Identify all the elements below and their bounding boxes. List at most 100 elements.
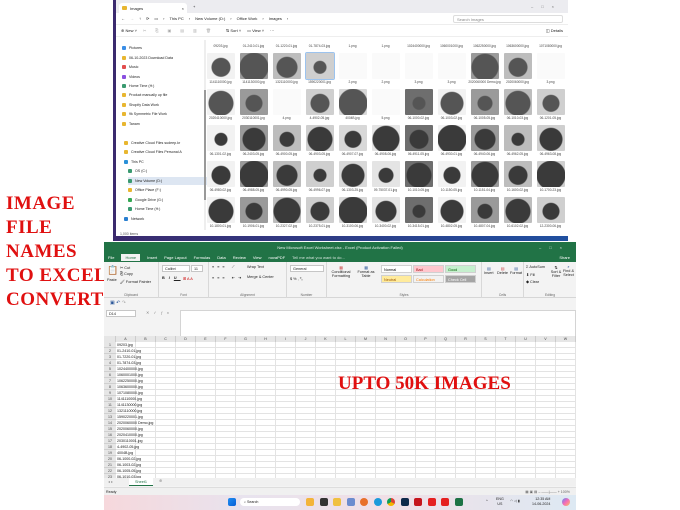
file-item[interactable]: 06-4908-06.jpg <box>369 124 402 160</box>
file-item[interactable]: 06-4962-05.jpg <box>501 124 534 160</box>
column-header[interactable]: R <box>456 336 476 342</box>
sidebar-item[interactable]: Creative Cloud Files Personal A <box>124 148 204 156</box>
more-button[interactable]: ··· <box>270 28 274 33</box>
column-header[interactable]: K <box>316 336 336 342</box>
file-item[interactable]: 06-4907-07.jpg <box>336 124 369 160</box>
format-painter-button[interactable]: 🖌 Format Painter <box>120 279 151 284</box>
acrobat-icon[interactable] <box>414 498 422 506</box>
sidebar-item[interactable]: Videos <box>122 73 202 81</box>
column-header[interactable]: N <box>376 336 396 342</box>
file-item[interactable]: 06-4900-05.jpg <box>270 124 303 160</box>
file-item[interactable]: 1071080000.jpg <box>534 43 566 52</box>
file-item[interactable]: 10-1151-04.jpg <box>468 160 501 196</box>
sort-filter-button[interactable]: ⇅ Sort & Filter <box>550 265 562 278</box>
excel-icon[interactable] <box>455 498 463 506</box>
file-item[interactable]: 06-1005-05.jpg <box>468 88 501 124</box>
firefox-icon[interactable] <box>360 498 368 506</box>
file-item[interactable]: 10-1800-01.jpg <box>204 196 237 232</box>
file-item[interactable]: 10-2375-01.jpg <box>303 196 336 232</box>
column-header[interactable]: S <box>476 336 496 342</box>
fill-button[interactable]: ⬇ Fill <box>526 272 535 277</box>
file-item[interactable]: 06-1303-25.jpg <box>336 160 369 196</box>
conditional-formatting-button[interactable]: ▦ Conditional Formatting <box>329 265 353 278</box>
sidebar-item[interactable]: Creative Cloud Files sudeep.kr <box>124 139 204 147</box>
column-header[interactable]: P <box>416 336 436 342</box>
file-item[interactable]: 10-2327-02.jpg <box>270 196 303 232</box>
autosum-button[interactable]: Σ AutoSum <box>526 265 545 269</box>
file-item[interactable]: 06-4903-05.jpg <box>303 124 336 160</box>
app-icon[interactable] <box>347 498 355 506</box>
font-name-select[interactable]: Calibri <box>162 265 190 272</box>
app-icon[interactable] <box>441 498 449 506</box>
insert-cells-button[interactable]: ▤ Insert <box>484 266 494 275</box>
zoom-slider[interactable]: ▦ ▣ ▤ – ——|—— + 100% <box>525 488 570 495</box>
file-item[interactable]: 2.png <box>369 52 402 88</box>
format-cells-button[interactable]: ▤ Format <box>510 266 522 275</box>
file-item[interactable]: 1063600000.jpg <box>501 43 534 52</box>
close-tab-icon[interactable]: × <box>182 6 184 11</box>
share-button[interactable]: Share <box>559 255 570 260</box>
sidebar-item[interactable]: Office Place (F:) <box>128 186 208 194</box>
file-item[interactable]: 1062250000.jpg <box>468 43 501 52</box>
column-header[interactable]: E <box>196 336 216 342</box>
column-header[interactable]: F <box>216 336 236 342</box>
breadcrumb-item[interactable]: This PC <box>169 16 183 21</box>
file-item[interactable]: 10-1150-05.jpg <box>435 160 468 196</box>
sidebar-item[interactable]: Tanam <box>122 120 202 128</box>
file-item[interactable]: 4.png <box>270 88 303 124</box>
window-controls[interactable]: –□× <box>539 242 570 253</box>
file-item[interactable]: 06-2403-05.jpg <box>237 124 270 160</box>
file-item[interactable]: 1024400000.jpg <box>402 43 435 52</box>
file-explorer-icon[interactable] <box>333 498 341 506</box>
cell-style-bad[interactable]: Bad <box>413 265 444 273</box>
edge-icon[interactable] <box>374 498 382 506</box>
align-buttons[interactable]: ≡≡≡ ⇤⇥ <box>212 275 244 280</box>
file-item[interactable]: 06-4980-02.jpg <box>204 160 237 196</box>
column-header[interactable]: C <box>156 336 176 342</box>
refresh-icon[interactable]: ⟳ <box>146 16 149 21</box>
cut-button[interactable]: ✂ Cut <box>120 265 130 270</box>
file-item[interactable]: 3.png <box>402 52 435 88</box>
file-item[interactable]: 1321110000.jpg <box>270 52 303 88</box>
file-item[interactable]: 2020060000 Demo.jpg <box>468 52 501 88</box>
file-item[interactable]: 10-3415-01.jpg <box>402 196 435 232</box>
start-icon[interactable] <box>228 498 236 506</box>
tab-images[interactable]: Images × <box>119 3 187 13</box>
file-item[interactable]: 09203.jpg <box>204 43 237 52</box>
tray-chevron-icon[interactable]: ^ <box>486 499 488 503</box>
file-item[interactable]: 10-6102-02.jpg <box>501 196 534 232</box>
file-item[interactable]: 1.png <box>369 43 402 52</box>
ribbon-tab-insert[interactable]: Insert <box>147 255 157 260</box>
ribbon-tab-formulas[interactable]: Formulas <box>194 255 211 260</box>
column-header[interactable]: J <box>296 336 316 342</box>
view-button[interactable]: ▭ View ˅ <box>247 28 264 33</box>
file-item[interactable]: 06-4911-05.jpg <box>402 124 435 160</box>
column-header[interactable]: B <box>136 336 156 342</box>
file-item[interactable]: 5.png <box>369 88 402 124</box>
copilot-icon[interactable] <box>562 498 570 506</box>
file-item[interactable]: 06-4930-01.jpg <box>435 124 468 160</box>
file-item[interactable]: 06-1010-03.jpg <box>501 88 534 124</box>
file-item[interactable]: 06-1301-02.jpg <box>204 124 237 160</box>
network-volume-battery-icons[interactable]: ◠ ◁ ▮ <box>510 499 520 503</box>
ribbon-tab-page-layout[interactable]: Page Layout <box>164 255 186 260</box>
file-item[interactable]: 06-4996-07.jpg <box>303 160 336 196</box>
sidebar-item[interactable]: 06-10-2023 Download Data <box>122 54 202 62</box>
sidebar-item[interactable]: OS (C:) <box>128 167 208 175</box>
clock[interactable]: 12:35 AM 14-06-2024 <box>532 497 550 507</box>
tell-me-search[interactable]: Tell me what you want to do... <box>292 255 345 260</box>
ribbon-tab-home[interactable]: Home <box>121 254 141 261</box>
sidebar-item[interactable]: Music <box>122 63 202 71</box>
format-as-table-button[interactable]: ▦ Format as Table <box>354 265 378 278</box>
language-indicator[interactable]: ENG US <box>496 497 504 507</box>
widgets-icon[interactable] <box>306 498 314 506</box>
sheet-tab[interactable]: Sheet1 <box>129 478 154 486</box>
file-item[interactable]: 06-1003-02.jpg <box>435 88 468 124</box>
column-header[interactable]: M <box>356 336 376 342</box>
file-item[interactable]: 06-4988-05.jpg <box>237 160 270 196</box>
file-item[interactable]: 10-4807-04.jpg <box>468 196 501 232</box>
paste-button[interactable]: Paste <box>107 278 117 282</box>
align-buttons[interactable]: ≡≡≡ ⟋ <box>212 265 237 269</box>
task-view-icon[interactable] <box>320 498 328 506</box>
sheet-nav-icons[interactable]: ◂ ▸ <box>108 479 113 484</box>
